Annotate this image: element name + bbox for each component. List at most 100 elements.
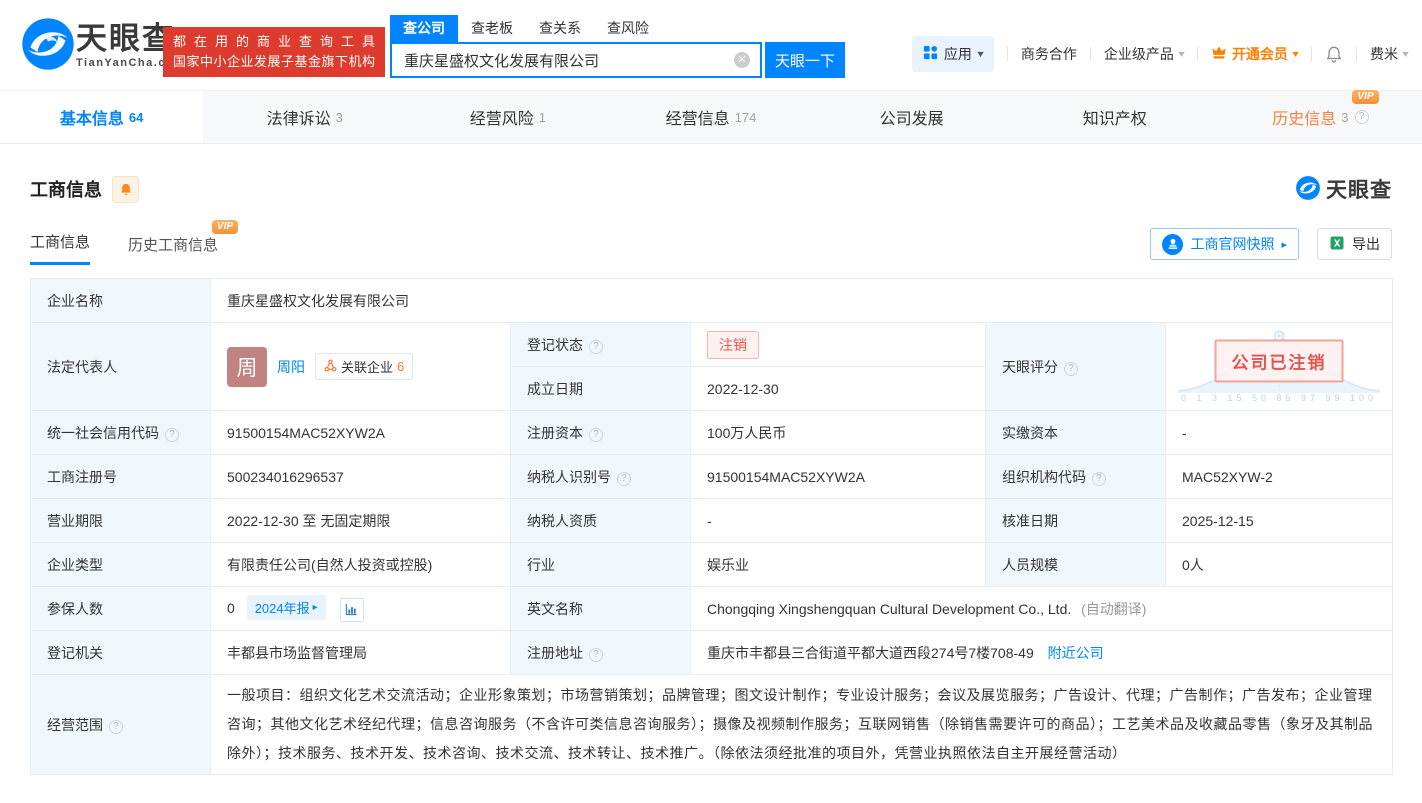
slogan-line1: 都在用的商业查询工具 — [173, 34, 375, 49]
tab-business-info[interactable]: 经营信息 174 — [609, 91, 812, 143]
credit-code-label: 统一社会信用代码 — [30, 410, 211, 455]
search-area: 查公司 查老板 查关系 查风险 天眼一下 — [390, 15, 845, 78]
org-code-value: MAC52XYW-2 — [1165, 454, 1393, 499]
staff-size-label: 人员规模 — [985, 542, 1166, 587]
score-cell: 0 1 3 15 50 85 97 99 100 公司已注销 — [1165, 322, 1393, 411]
approval-date-label: 核准日期 — [985, 498, 1166, 543]
reg-no-value: 500234016296537 — [210, 454, 511, 499]
company-type-label: 企业类型 — [30, 542, 211, 587]
search-tab-relation[interactable]: 查关系 — [526, 15, 594, 42]
approval-date-value: 2025-12-15 — [1165, 498, 1393, 543]
tab-operation-risk[interactable]: 经营风险 1 — [406, 91, 609, 143]
divider — [1006, 47, 1008, 61]
clear-icon[interactable] — [734, 52, 750, 68]
avatar[interactable]: 周 — [227, 346, 267, 387]
section-title: 工商信息 — [30, 180, 102, 200]
status-label: 登记状态 — [510, 322, 691, 367]
term-value: 2022-12-30 至 无固定期限 — [210, 498, 511, 543]
company-name-label: 企业名称 — [30, 278, 211, 323]
tab-intellectual-property[interactable]: 知识产权 — [1016, 91, 1219, 143]
address-cell: 重庆市丰都县三合街道平都大道西段274号7楼708-49 附近公司 — [690, 630, 1393, 675]
business-scope-label: 经营范围 — [30, 674, 211, 775]
tab-basic-info[interactable]: 基本信息 64 — [0, 91, 204, 143]
tab-legal-litigation[interactable]: 法律诉讼 3 — [203, 91, 406, 143]
status-value: 注销 — [690, 322, 986, 367]
subtab-business-registration[interactable]: 工商信息 — [30, 231, 91, 265]
main-content: 工商信息 天眼查 工商信息 历史工商信息 VIP 工商官网快照 ▸ 导出 企业名… — [0, 174, 1422, 775]
help-icon[interactable] — [1064, 361, 1078, 376]
apps-grid-icon — [923, 45, 938, 63]
divider — [1089, 47, 1091, 61]
user-menu[interactable]: 费米 — [1370, 44, 1408, 64]
nearby-companies-link[interactable]: 附近公司 — [1048, 645, 1104, 661]
company-nav-tabs: 基本信息 64 法律诉讼 3 经营风险 1 经营信息 174 公司发展 知识产权 历史信… — [0, 90, 1422, 144]
notification-bell-icon[interactable] — [1325, 45, 1343, 64]
auto-translate-note: (自动翻译) — [1081, 600, 1147, 617]
menu-upgrade-vip[interactable]: 开通会员 — [1211, 44, 1298, 64]
business-info-table: 企业名称 重庆星盛权文化发展有限公司 法定代表人 周 周阳 关联企业 6 登记状… — [30, 278, 1393, 775]
legal-rep-link[interactable]: 周阳 — [277, 357, 305, 377]
search-button[interactable]: 天眼一下 — [765, 42, 845, 78]
help-icon[interactable] — [589, 647, 603, 662]
registry-label: 登记机关 — [30, 630, 211, 675]
annual-report-badge[interactable]: 2024年报 — [246, 595, 326, 621]
menu-cooperation[interactable]: 商务合作 — [1021, 44, 1077, 64]
paid-capital-label: 实缴资本 — [985, 410, 1166, 455]
menu-enterprise-products[interactable]: 企业级产品 — [1104, 44, 1184, 64]
arrow-right-icon — [1281, 238, 1287, 251]
english-name-cell: Chongqing Xingshengquan Cultural Develop… — [690, 586, 1393, 631]
english-name-value: Chongqing Xingshengquan Cultural Develop… — [707, 600, 1072, 617]
insured-cell: 0 2024年报 — [210, 586, 511, 631]
excel-icon — [1329, 235, 1345, 254]
help-icon[interactable] — [589, 339, 603, 354]
logo-swirl-icon — [20, 16, 76, 75]
help-icon[interactable] — [617, 471, 631, 486]
tab-company-development[interactable]: 公司发展 — [813, 91, 1016, 143]
established-value: 2022-12-30 — [690, 366, 986, 411]
legal-rep-label: 法定代表人 — [30, 322, 211, 411]
paid-capital-value: - — [1165, 410, 1393, 455]
industry-value: 娱乐业 — [690, 542, 986, 587]
org-code-label: 组织机构代码 — [985, 454, 1166, 499]
tab-history-info[interactable]: 历史信息3 VIP — [1219, 90, 1422, 143]
search-tab-risk[interactable]: 查风险 — [594, 15, 662, 42]
help-icon[interactable] — [1092, 471, 1106, 486]
slogan-line2: 国家中小企业发展子基金旗下机构 — [173, 54, 375, 69]
report-chart-icon[interactable] — [339, 597, 364, 622]
company-type-value: 有限责任公司(自然人投资或控股) — [210, 542, 511, 587]
business-scope-value: 一般项目：组织文化艺术交流活动；企业形象策划；市场营销策划；品牌管理；图文设计制… — [210, 674, 1393, 775]
taxpayer-no-label: 纳税人识别号 — [510, 454, 691, 499]
official-snapshot-button[interactable]: 工商官网快照 — [1150, 228, 1299, 260]
score-axis-labels: 0 1 3 15 50 85 97 99 100 — [1180, 392, 1378, 403]
established-label: 成立日期 — [510, 366, 691, 411]
export-button[interactable]: 导出 — [1317, 228, 1392, 260]
divider — [1310, 47, 1312, 61]
help-icon[interactable] — [589, 427, 603, 442]
english-name-label: 英文名称 — [510, 586, 691, 631]
subtab-history-registration[interactable]: 历史工商信息 VIP — [128, 220, 239, 265]
help-icon[interactable] — [1354, 110, 1369, 124]
vip-badge: VIP — [211, 220, 239, 234]
legal-rep-cell: 周 周阳 关联企业 6 — [210, 322, 511, 411]
help-icon[interactable] — [165, 427, 179, 442]
header-menu: 应用 商务合作 企业级产品 开通会员 费米 — [911, 36, 1408, 72]
registry-value: 丰都县市场监督管理局 — [210, 630, 511, 675]
search-tab-boss[interactable]: 查老板 — [458, 15, 526, 42]
reg-capital-label: 注册资本 — [510, 410, 691, 455]
tianyancha-logo[interactable]: 天眼查 TianYanCha.com — [20, 16, 185, 75]
help-icon[interactable] — [109, 719, 123, 734]
crown-icon — [1211, 45, 1227, 63]
address-label: 注册地址 — [510, 630, 691, 675]
search-tab-company[interactable]: 查公司 — [390, 15, 458, 42]
company-name-value: 重庆星盛权文化发展有限公司 — [210, 278, 1393, 323]
reg-capital-value: 100万人民币 — [690, 410, 986, 455]
network-icon — [324, 359, 337, 375]
related-companies-badge[interactable]: 关联企业 6 — [315, 353, 414, 380]
chevron-down-icon — [1292, 49, 1299, 60]
monitor-bell-icon[interactable] — [112, 175, 139, 203]
address-value: 重庆市丰都县三合街道平都大道西段274号7楼708-49 — [707, 644, 1034, 661]
apps-menu[interactable]: 应用 — [911, 36, 994, 72]
search-tabs: 查公司 查老板 查关系 查风险 — [390, 15, 845, 42]
search-input[interactable] — [390, 42, 762, 78]
username: 费米 — [1369, 46, 1398, 62]
